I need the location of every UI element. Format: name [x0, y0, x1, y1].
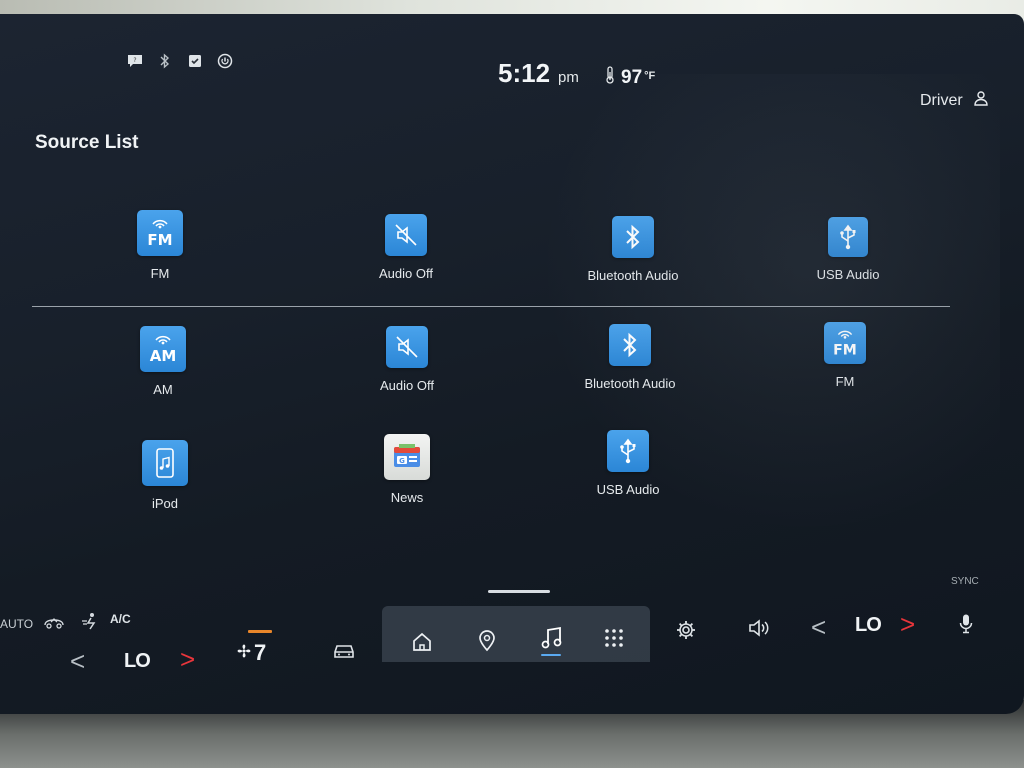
source-news[interactable]: G News: [332, 434, 482, 505]
ac-button[interactable]: A/C: [110, 612, 131, 626]
microphone-button[interactable]: [948, 606, 984, 642]
audio-off-icon: [385, 214, 427, 256]
bluetooth-icon: [609, 324, 651, 366]
infotainment-screen: ? 5:12 pm 97 °F Driver Source List FM FM…: [0, 14, 1024, 714]
apps-button[interactable]: [596, 620, 632, 656]
right-temp-down-arrow[interactable]: <: [811, 614, 826, 640]
outside-temperature: 97 °F: [605, 66, 655, 89]
page-title: Source List: [35, 132, 139, 153]
bluetooth-status-icon: [156, 52, 174, 70]
driver-profile[interactable]: Driver: [920, 90, 989, 111]
thermometer-icon: [605, 66, 615, 89]
recirculation-icon[interactable]: [42, 614, 66, 635]
power-icon[interactable]: [216, 52, 234, 70]
news-icon: G: [384, 434, 430, 480]
fan-icon: [236, 643, 252, 664]
message-icon[interactable]: ?: [126, 52, 144, 70]
fm-radio-icon: FM: [824, 322, 866, 364]
settings-button[interactable]: [668, 612, 704, 648]
navigation-button[interactable]: [469, 622, 505, 658]
svg-text:AM: AM: [150, 347, 177, 365]
temperature-value: 97: [621, 66, 643, 88]
source-fm[interactable]: FM FM: [85, 210, 235, 281]
source-label: AM: [153, 382, 173, 397]
driver-name: Driver: [920, 91, 963, 109]
section-divider: [32, 306, 950, 307]
source-label: iPod: [151, 496, 179, 511]
right-temp-up-arrow[interactable]: >: [900, 611, 915, 637]
am-radio-icon: AM: [140, 326, 186, 372]
source-label: FM: [150, 266, 170, 281]
home-button[interactable]: [404, 624, 440, 660]
source-usb-audio[interactable]: USB Audio: [553, 430, 703, 497]
bluetooth-icon: [612, 216, 654, 258]
source-ipod[interactable]: iPod: [90, 440, 240, 511]
source-label: News: [390, 490, 424, 505]
left-temp-up-arrow[interactable]: >: [180, 646, 195, 672]
status-icons: ?: [126, 52, 234, 70]
source-am[interactable]: AM AM: [88, 326, 238, 397]
source-audio-off[interactable]: Audio Off: [331, 214, 481, 281]
source-label: USB Audio: [816, 267, 880, 282]
media-button[interactable]: [533, 620, 569, 656]
source-label: Audio Off: [380, 378, 434, 393]
left-temperature[interactable]: LO: [124, 650, 151, 673]
source-bluetooth-audio[interactable]: Bluetooth Audio: [558, 216, 708, 283]
source-label: FM: [835, 374, 855, 389]
airflow-icon[interactable]: [80, 612, 100, 635]
source-label: Bluetooth Audio: [584, 376, 676, 391]
usb-icon: [828, 217, 868, 257]
vehicle-button[interactable]: [326, 632, 362, 668]
svg-text:G: G: [399, 457, 405, 465]
source-usb-audio[interactable]: USB Audio: [773, 217, 923, 282]
sync-label: SYNC: [951, 576, 979, 587]
fan-level-bar: [248, 630, 272, 633]
svg-text:FM: FM: [833, 342, 857, 358]
audio-off-icon: [386, 326, 428, 368]
clock-time: 5:12: [498, 58, 551, 88]
source-label: Audio Off: [379, 266, 433, 281]
source-label: Bluetooth Audio: [587, 268, 679, 283]
source-audio-off[interactable]: Audio Off: [332, 326, 482, 393]
svg-text:?: ?: [133, 57, 136, 64]
fan-speed-button[interactable]: 7: [236, 640, 266, 666]
svg-text:FM: FM: [147, 231, 172, 249]
usb-icon: [607, 430, 649, 472]
ipod-icon: [142, 440, 188, 486]
drawer-handle[interactable]: [488, 590, 550, 593]
clock: 5:12 pm: [498, 58, 579, 89]
right-temperature[interactable]: LO: [855, 614, 882, 637]
left-temp-down-arrow[interactable]: <: [70, 648, 85, 674]
clock-ampm: pm: [558, 69, 579, 86]
fan-speed-value: 7: [254, 640, 267, 665]
source-label: USB Audio: [596, 482, 660, 497]
user-icon: [973, 90, 989, 111]
source-fm[interactable]: FM FM: [770, 322, 920, 389]
source-bluetooth-audio[interactable]: Bluetooth Audio: [555, 324, 705, 391]
active-tab-indicator: [541, 654, 561, 656]
checkbox-status-icon: [186, 52, 204, 70]
fm-radio-icon: FM: [137, 210, 183, 256]
volume-button[interactable]: [741, 610, 777, 646]
climate-auto-button[interactable]: AUTO: [0, 617, 33, 631]
temperature-unit: °F: [644, 69, 656, 82]
